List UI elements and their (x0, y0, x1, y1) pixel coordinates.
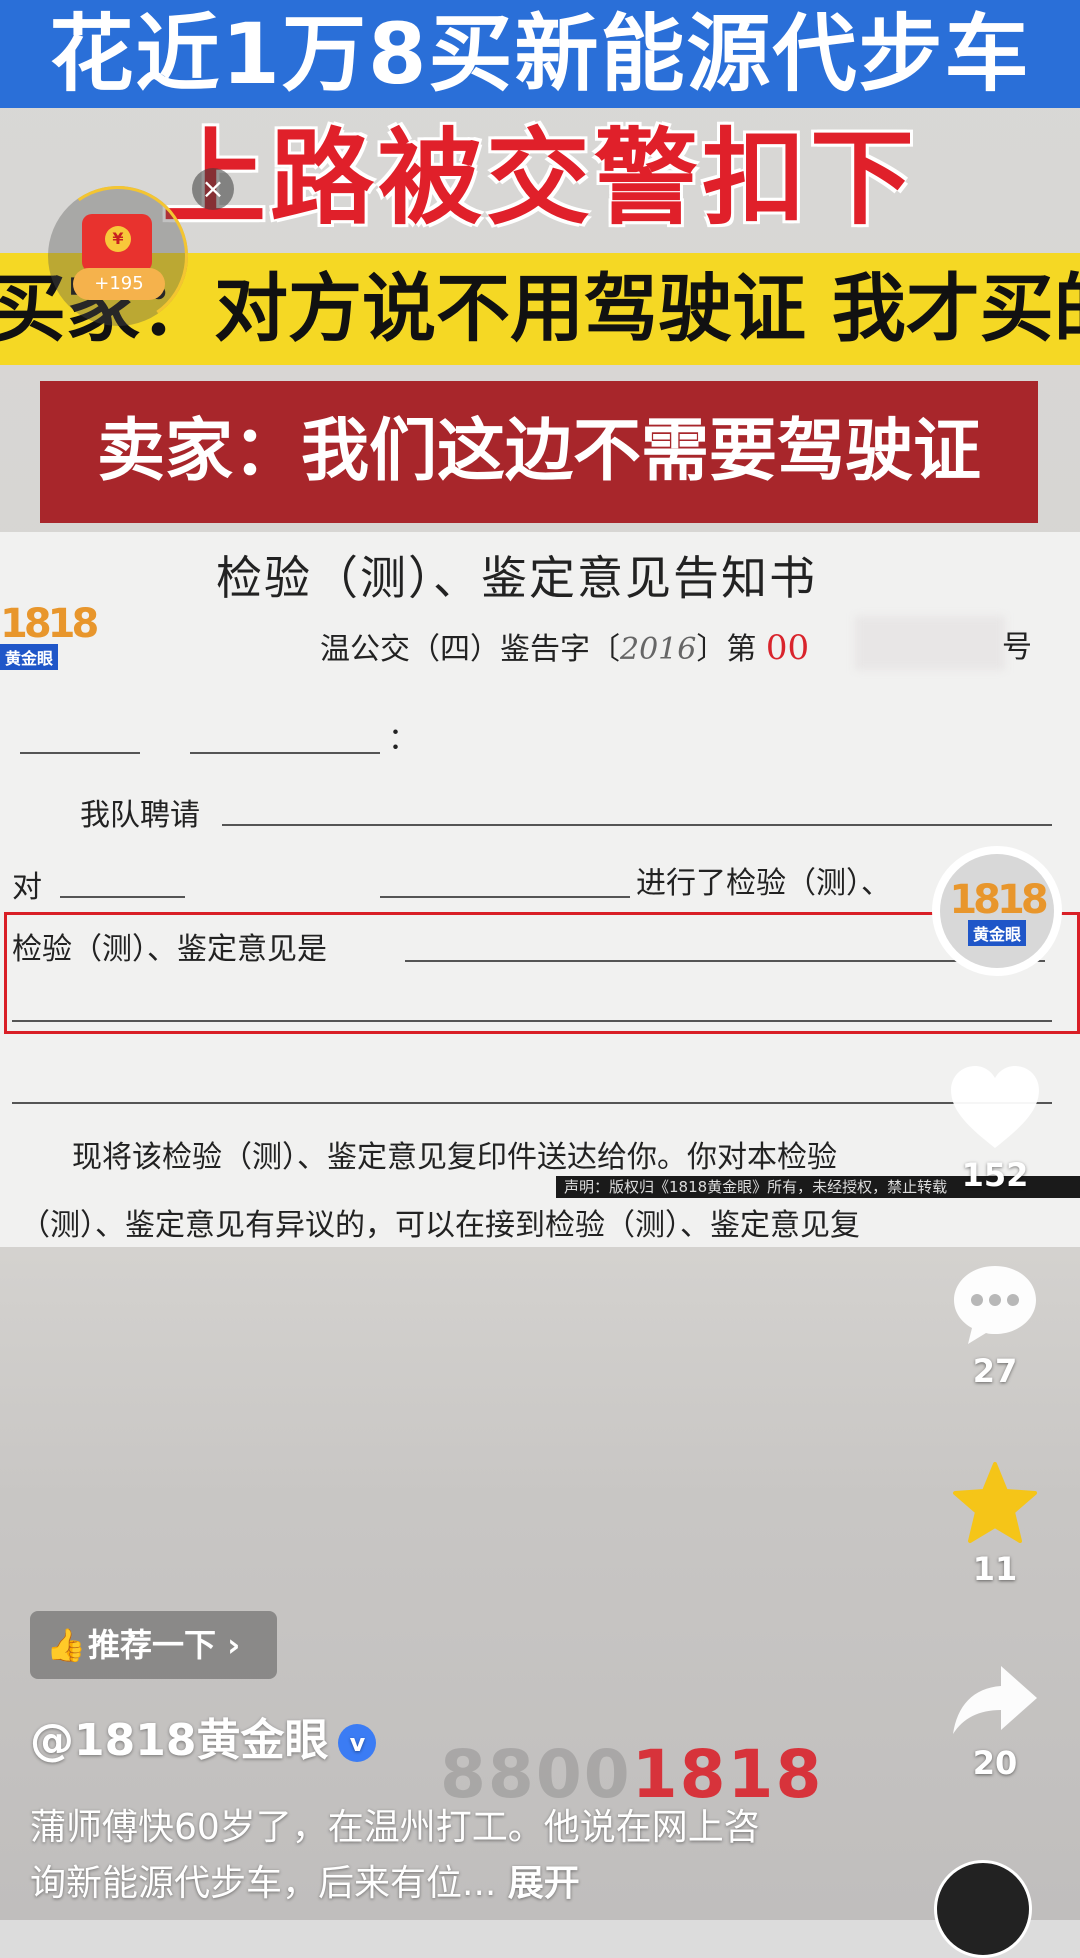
author-name-text: @1818黄金眼 (30, 1715, 329, 1766)
heart-icon (951, 1066, 1039, 1148)
document-number: 温公交（四）鉴告字〔2016〕第 00 (320, 624, 809, 668)
document-number-mid: 〕第 (696, 632, 757, 667)
description-text: 蒲师傅快60岁了，在温州打工。他说在网上咨询新能源代步车，后来有位... (30, 1807, 760, 1904)
avatar-logo-number: 1818 (949, 877, 1048, 923)
object-line-1 (60, 896, 185, 898)
expand-link[interactable]: 展开 (508, 1863, 580, 1904)
recommend-button[interactable]: 👍推荐一下 › (30, 1611, 277, 1679)
opinion-line-1 (405, 960, 1045, 962)
invite-line (222, 824, 1052, 826)
thumbs-up-icon: 👍 (46, 1626, 86, 1664)
share-count: 20 (972, 1744, 1018, 1782)
watermark-logo-text: 黄金眼 (0, 644, 59, 670)
object-tail: 进行了检验（测）、 (636, 866, 891, 901)
avatar-logo: 1818 黄金眼 (940, 854, 1054, 968)
seller-quote-banner: 卖家：我们这边不需要驾驶证 (40, 381, 1038, 523)
notice-line-2: （测）、鉴定意见有异议的，可以在接到检验（测）、鉴定意见复 (20, 1208, 860, 1243)
video-title-banner: 花近1万8买新能源代步车 (0, 0, 1080, 108)
document-number-red: 00 (765, 628, 810, 668)
red-packet-widget[interactable]: ¥ +195 (36, 174, 200, 338)
inspection-document: 检验（测）、鉴定意见告知书 温公交（四）鉴告字〔2016〕第 00 号 ： 我队… (0, 532, 1080, 1247)
watermark-logo-number: 1818 (0, 601, 99, 647)
red-packet-badge: +195 (73, 268, 165, 300)
document-title: 检验（测）、鉴定意见告知书 (216, 551, 817, 605)
author-avatar[interactable]: 1818 黄金眼 (932, 846, 1062, 976)
coin-icon: ¥ (105, 226, 131, 252)
like-button[interactable]: 152 (940, 1064, 1050, 1194)
like-count: 152 (961, 1156, 1029, 1194)
chevron-right-icon: › (216, 1626, 241, 1664)
redacted-area (855, 616, 1005, 670)
author-name[interactable]: @1818黄金眼 v (30, 1704, 377, 1768)
verified-icon: v (338, 1724, 377, 1762)
addressee-colon: ： (388, 722, 418, 757)
share-button[interactable]: 20 (940, 1660, 1050, 1782)
favorite-count: 11 (972, 1550, 1018, 1588)
opinion-label: 检验（测）、鉴定意见是 (12, 932, 327, 967)
addressee-line-1 (20, 752, 140, 754)
music-disc-avatar[interactable] (934, 1860, 1032, 1958)
document-number-prefix: 温公交（四）鉴告字〔 (320, 632, 620, 667)
favorite-button[interactable]: 11 (940, 1460, 1050, 1588)
share-arrow-icon (953, 1666, 1037, 1734)
document-number-suffix: 号 (1002, 630, 1032, 665)
comment-button[interactable]: 27 (940, 1262, 1050, 1390)
object-line-2 (380, 896, 630, 898)
comment-count: 27 (972, 1352, 1018, 1390)
recommend-label: 推荐一下 (88, 1626, 217, 1664)
watermark-logo: 1818 黄金眼 (0, 601, 99, 676)
video-description: 蒲师傅快60岁了，在温州打工。他说在网上咨询新能源代步车，后来有位... 展开 (30, 1800, 790, 1912)
notice-line-1: 现将该检验（测）、鉴定意见复印件送达给你。你对本检验 (72, 1140, 837, 1175)
close-icon[interactable]: × (192, 168, 234, 210)
object-label: 对 (12, 870, 42, 905)
avatar-logo-text: 黄金眼 (967, 920, 1026, 946)
comment-icon (954, 1266, 1036, 1344)
document-number-year: 2016 (620, 632, 697, 667)
invite-label: 我队聘请 (80, 798, 200, 833)
addressee-line-2 (190, 752, 380, 754)
star-icon (953, 1462, 1037, 1543)
blank-line (12, 1102, 1052, 1104)
opinion-line-2 (12, 1020, 1052, 1022)
